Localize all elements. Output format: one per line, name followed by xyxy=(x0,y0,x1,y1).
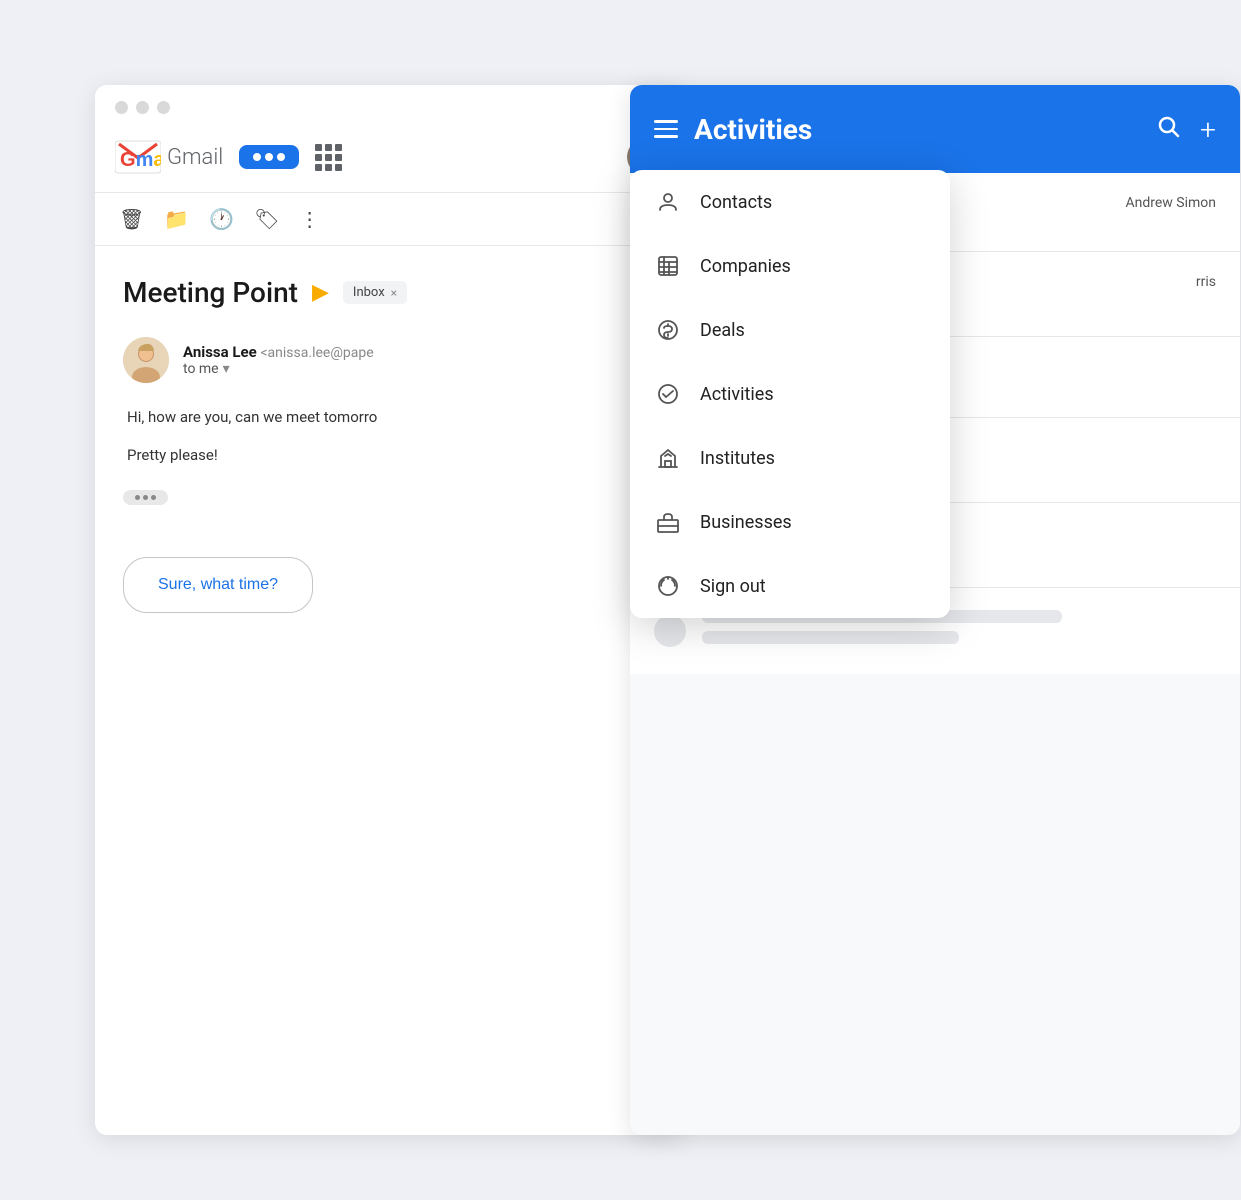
email-subject: Meeting Point xyxy=(123,276,298,309)
menu-item-deals-label: Deals xyxy=(700,320,745,341)
crm-header: Activities + xyxy=(630,85,1240,173)
menu-item-signout-label: Sign out xyxy=(700,576,766,597)
gmail-logo: Gmail Gmail xyxy=(115,138,223,176)
svg-text:Gmail: Gmail xyxy=(120,149,161,171)
badge-dot-3 xyxy=(277,153,285,161)
tag-icon[interactable]: 🏷 xyxy=(254,207,279,231)
gmail-toolbar: 🗑 📁 🕐 🏷 ⋮ xyxy=(95,193,685,246)
menu-item-signout[interactable]: Sign out xyxy=(630,554,950,618)
email-subject-row: Meeting Point ▶ Inbox × xyxy=(123,276,657,309)
menu-item-institutes[interactable]: Institutes xyxy=(630,426,950,490)
menu-item-deals[interactable]: Deals xyxy=(630,298,950,362)
sender-info: Anissa Lee <anissa.lee@pape to me ▾ xyxy=(183,343,374,377)
subject-arrow-icon: ▶ xyxy=(312,280,329,305)
menu-item-activities[interactable]: Activities xyxy=(630,362,950,426)
inbox-label: Inbox xyxy=(353,285,385,300)
more-dots-indicator[interactable] xyxy=(123,490,168,505)
gmail-badge[interactable] xyxy=(239,145,299,169)
signout-icon xyxy=(654,572,682,600)
gmail-m-icon: Gmail xyxy=(115,138,161,176)
badge-dot-2 xyxy=(265,153,273,161)
titlebar-dot-3 xyxy=(157,101,170,114)
chevron-down-icon[interactable]: ▾ xyxy=(223,361,230,377)
menu-item-contacts[interactable]: Contacts xyxy=(630,170,950,234)
hamburger-menu-icon[interactable] xyxy=(654,120,678,138)
email-sender-row: Anissa Lee <anissa.lee@pape to me ▾ xyxy=(123,337,657,383)
delete-icon[interactable]: 🗑 xyxy=(119,207,144,231)
gmail-titlebar xyxy=(95,85,685,130)
add-icon[interactable]: + xyxy=(1200,113,1216,146)
gmail-badge-dots xyxy=(253,153,285,161)
menu-item-institutes-label: Institutes xyxy=(700,448,775,469)
activities-icon xyxy=(654,380,682,408)
titlebar-dot-2 xyxy=(136,101,149,114)
inbox-close-icon[interactable]: × xyxy=(391,286,397,300)
list-item-name: rris xyxy=(1196,274,1216,290)
sender-to: to me ▾ xyxy=(183,361,374,377)
dropdown-menu: Contacts Companies Deals xyxy=(630,170,950,618)
badge-dot-1 xyxy=(253,153,261,161)
deals-icon xyxy=(654,316,682,344)
email-body-line1: Hi, how are you, can we meet tomorro xyxy=(127,405,657,431)
reply-button[interactable]: Sure, what time? xyxy=(123,557,313,613)
email-body-line2: Pretty please! xyxy=(127,443,657,469)
menu-item-companies[interactable]: Companies xyxy=(630,234,950,298)
grid-icon[interactable] xyxy=(315,144,341,170)
menu-item-activities-label: Activities xyxy=(700,384,774,405)
archive-icon[interactable]: 📁 xyxy=(164,207,189,231)
menu-item-businesses-label: Businesses xyxy=(700,512,792,533)
businesses-icon xyxy=(654,508,682,536)
titlebar-dot-1 xyxy=(115,101,128,114)
email-content: Meeting Point ▶ Inbox × Aniss xyxy=(95,246,685,643)
search-icon[interactable] xyxy=(1156,114,1180,144)
companies-icon xyxy=(654,252,682,280)
menu-item-contacts-label: Contacts xyxy=(700,192,772,213)
institutes-icon xyxy=(654,444,682,472)
clock-icon[interactable]: 🕐 xyxy=(209,207,234,231)
gmail-brand-text: Gmail xyxy=(167,145,223,170)
menu-item-businesses[interactable]: Businesses xyxy=(630,490,950,554)
sender-name: Anissa Lee <anissa.lee@pape xyxy=(183,343,374,361)
sender-avatar xyxy=(123,337,169,383)
list-item-name: Andrew Simon xyxy=(1125,195,1216,211)
more-icon[interactable]: ⋮ xyxy=(300,207,320,231)
crm-header-left: Activities xyxy=(654,113,812,146)
contact-icon xyxy=(654,188,682,216)
inbox-badge[interactable]: Inbox × xyxy=(343,281,407,304)
gmail-header: Gmail Gmail xyxy=(95,130,685,193)
gmail-panel: Gmail Gmail xyxy=(95,85,685,1135)
crm-header-right: + xyxy=(1156,113,1216,146)
sender-email-text: <anissa.lee@pape xyxy=(260,345,373,361)
email-body: Hi, how are you, can we meet tomorro Pre… xyxy=(123,405,657,468)
menu-item-companies-label: Companies xyxy=(700,256,791,277)
crm-title: Activities xyxy=(694,113,812,146)
